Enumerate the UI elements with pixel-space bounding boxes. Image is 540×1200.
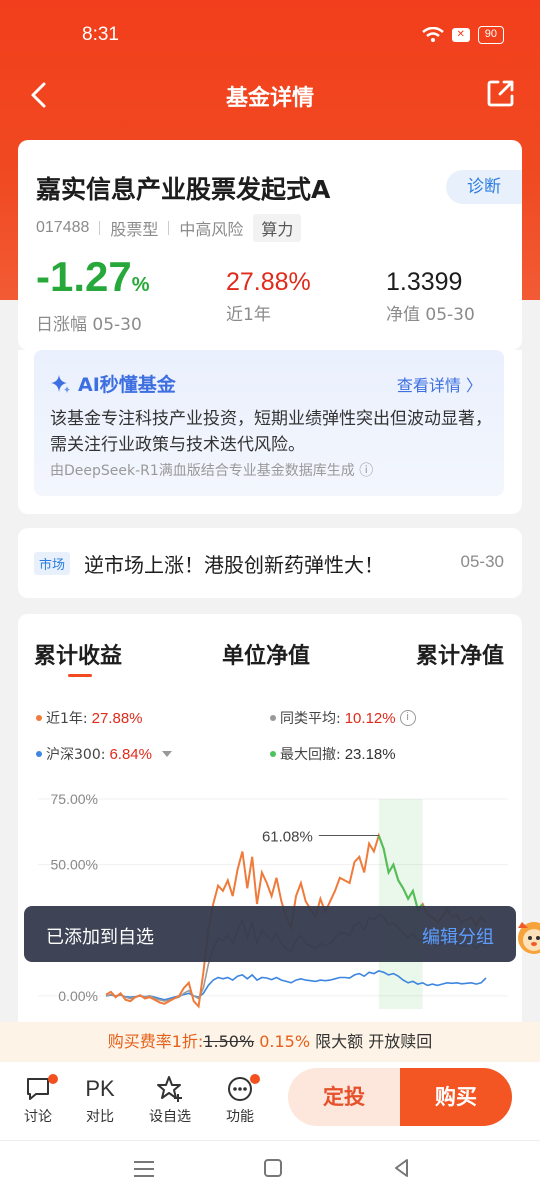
discuss-button[interactable]: 讨论 [8,1072,68,1126]
status-time: 8:31 [82,24,119,45]
news-date: 05-30 [460,552,504,571]
ai-title: AI秒懂基金 [50,370,176,397]
performance-chart-card: 累计收益 单位净值 累计净值 近1年: 27.88% 同类平均: 10.12% … [18,614,522,1034]
toast-text: 已添加到自选 [46,927,154,948]
chevron-down-icon[interactable] [162,751,172,757]
legend-item-1y: 近1年: 27.88% [36,708,143,728]
legend-item-csi300[interactable]: 沪深300: 6.84% [36,744,172,764]
compare-button[interactable]: PK 对比 [70,1072,130,1126]
legend-value: 27.88% [91,709,143,727]
legend-item-peer-average: 同类平均: 10.12% i [270,708,416,728]
compare-label: 对比 [86,1109,114,1125]
system-nav-bar [0,1140,540,1200]
more-functions-button[interactable]: 功能 [210,1072,270,1126]
y-tick-label: 75.00% [51,791,98,807]
home-icon[interactable] [264,1159,282,1177]
wifi-icon [421,27,444,42]
year-return-label: 近1年 [226,305,271,325]
tab-unit-nav[interactable]: 单位净值 [222,638,310,670]
fund-code: 017488 [36,219,90,236]
notification-dot [48,1074,58,1084]
no-sim-icon: ✕ [451,28,470,42]
daily-change-label: 日涨幅 05-30 [36,315,142,335]
active-tab-indicator [68,674,92,677]
daily-change-value: -1.27 [36,253,132,300]
divider [168,221,170,235]
nav-label: 净值 05-30 [386,305,475,325]
ai-title-text: AI秒懂基金 [78,374,176,396]
notification-dot [250,1074,260,1084]
divider [99,221,101,235]
nav-stat: 1.3399 净值 05-30 [386,266,475,325]
ai-summary-text: 该基金专注科技产业投资，短期业绩弹性突出但波动显著，需关注行业政策与技术迭代风险… [50,409,492,455]
ai-details-link[interactable]: 查看详情 〉 [397,372,482,396]
system-back-icon[interactable] [392,1158,412,1178]
fund-summary-card: 嘉实信息产业股票发起式A 诊断 017488 股票型 中高风险 算力 -1.27… [18,140,522,350]
info-icon[interactable]: i [399,710,416,726]
toast-notification: 已添加到自选 编辑分组 [24,906,516,962]
status-icons: ✕ 90 [421,26,504,44]
nav-bar: 基金详情 [0,70,540,120]
sparkle-icon [51,374,70,393]
auto-invest-button[interactable]: 定投 [288,1068,400,1126]
legend-value: 6.84% [109,745,152,763]
share-icon[interactable] [486,78,516,108]
edit-group-link[interactable]: 编辑分组 [422,923,494,949]
discuss-label: 讨论 [24,1109,52,1125]
fee-prefix: 购买费率1折: [107,1032,204,1051]
recent-apps-icon[interactable] [134,1161,154,1177]
battery-indicator: 90 [477,26,504,44]
y-tick-label: 0.00% [58,988,98,1004]
y-tick-label: 50.00% [51,857,98,873]
add-watchlist-button[interactable]: 设自选 [140,1072,200,1126]
tab-cumulative-nav[interactable]: 累计净值 [416,638,504,670]
nav-value: 1.3399 [386,268,463,296]
daily-change-unit: % [131,274,150,296]
fund-meta: 017488 股票型 中高风险 算力 [36,214,302,242]
legend-label: 近1年: [46,711,88,727]
peak-label: 61.08% [262,829,313,846]
page-title: 基金详情 [225,86,314,111]
news-tag: 市场 [34,552,71,575]
more-functions-label: 功能 [226,1109,254,1125]
legend-label: 沪深300: [46,747,106,763]
star-plus-icon [157,1076,182,1102]
tab-cumulative-return[interactable]: 累计收益 [34,638,122,670]
daily-change-stat: -1.27% 日涨幅 05-30 [36,253,150,336]
buy-button[interactable]: 购买 [400,1068,512,1126]
news-item[interactable]: 市场 逆市场上涨！港股创新药弹性大！ 05-30 [18,528,522,598]
legend-dot [270,715,276,721]
mascot-icon[interactable] [512,910,540,960]
pk-icon: PK [85,1076,115,1101]
legend-label: 同类平均: [280,711,341,727]
ai-source-note: 由DeepSeek-R1满血版结合专业基金数据库生成 ⓘ [50,463,374,479]
fee-info-bar[interactable]: 购买费率1折:1.50% 0.15% 限大额 开放赎回 [0,1022,540,1062]
diagnose-button[interactable]: 诊断 [446,170,522,204]
fund-risk: 中高风险 [179,220,244,239]
fee-new: 0.15% [259,1032,311,1051]
fund-tag[interactable]: 算力 [253,214,302,242]
fund-name: 嘉实信息产业股票发起式A [36,175,331,204]
legend-value: 10.12% [344,709,396,727]
fund-type: 股票型 [110,220,159,239]
news-title: 逆市场上涨！港股创新药弹性大！ [84,553,384,577]
fee-suffix: 限大额 开放赎回 [315,1032,433,1051]
legend-dot [270,751,276,757]
legend-value: 23.18% [344,745,396,763]
year-return-stat: 27.88% 近1年 [226,266,311,325]
legend-item-max-drawdown: 最大回撤: 23.18% [270,744,396,764]
add-watchlist-label: 设自选 [149,1109,191,1125]
ai-summary-card[interactable]: AI秒懂基金 查看详情 〉 该基金专注科技产业投资，短期业绩弹性突出但波动显著，… [34,350,504,496]
legend-label: 最大回撤: [280,747,341,763]
status-bar: 8:31 ✕ 90 [0,0,540,70]
legend-dot [36,751,42,757]
legend-dot [36,715,42,721]
year-return-value: 27.88% [226,268,311,296]
fee-old: 1.50% [203,1032,255,1051]
bottom-action-bar: 讨论 PK 对比 设自选 功能 定投 购买 [0,1062,540,1140]
